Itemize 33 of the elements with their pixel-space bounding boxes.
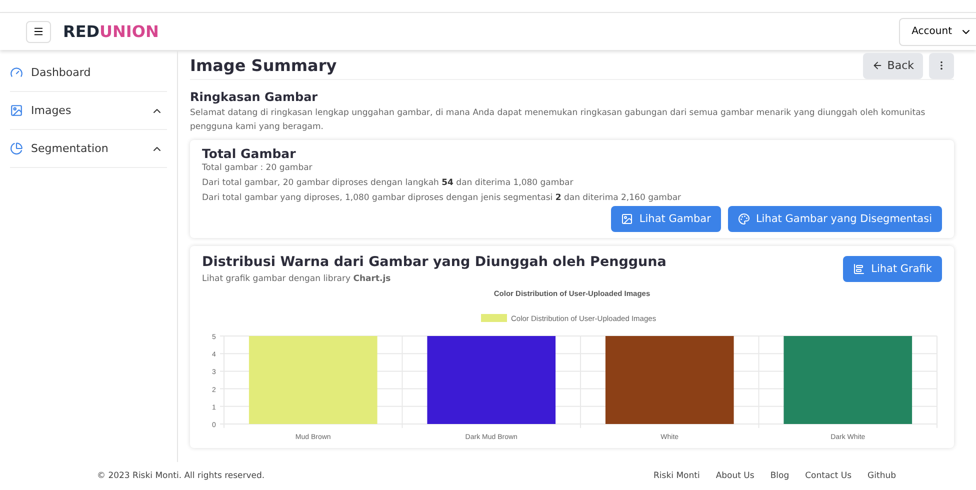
copyright-text: © 2023 Riski Monti. All rights reserved.: [97, 471, 266, 481]
brand-logo: REDUNION: [63, 22, 159, 41]
palette-icon: [738, 213, 750, 225]
summary-line: Dari total gambar yang diproses, 1,080 gambar diproses dengan jenis segmentasi 2 dan diterima 2,160 gambar: [202, 192, 682, 205]
gauge-icon: [10, 66, 23, 79]
section-description: Selamat datang di ringkasan lengkap unggahan gambar, di mana Anda dapat menemukan ringkasan gabungan dari semua gambar menarik yang diunggah oleh komunitas pengguna kami yang beragam.: [190, 107, 926, 134]
footer-link[interactable]: Contact Us: [805, 471, 852, 481]
page-title: Image Summary: [190, 56, 338, 75]
view-button[interactable]: Lihat Gambar yang Disegmentasi: [728, 206, 942, 232]
footer-link[interactable]: Blog: [770, 471, 790, 481]
menu-button[interactable]: [26, 20, 51, 42]
card-title: Total Gambar: [202, 146, 297, 161]
sidebar-item[interactable]: Segmentation: [10, 130, 167, 168]
image-icon: [621, 213, 634, 225]
footer-link[interactable]: About Us: [716, 471, 754, 481]
footer-link[interactable]: Riski Monti: [654, 471, 700, 481]
bar-chart-icon: [853, 263, 866, 275]
menu-icon: [33, 26, 44, 37]
account-button[interactable]: Account: [898, 18, 976, 46]
view-button[interactable]: Lihat Gambar: [611, 206, 721, 232]
sidebar-item[interactable]: Dashboard: [10, 54, 167, 92]
card-title: Distribusi Warna dari Gambar yang Diunggah oleh Pengguna: [202, 254, 666, 270]
back-button[interactable]: Back: [863, 52, 923, 78]
card-subtitle: Lihat grafik gambar dengan library Chart.js: [202, 273, 392, 286]
footer-link[interactable]: Github: [868, 471, 896, 481]
arrow-left-icon: [872, 60, 884, 71]
sidebar-item[interactable]: Images: [10, 92, 167, 130]
section-title: Ringkasan Gambar: [190, 90, 319, 104]
image-icon: [10, 104, 23, 117]
summary-line: Total gambar : 20 gambar: [202, 162, 314, 175]
view-chart-button[interactable]: Lihat Grafik: [843, 256, 942, 282]
summary-line: Dari total gambar, 20 gambar diproses dengan langkah 54 dan diterima 1,080 gambar: [202, 177, 574, 190]
pie-chart-icon: [10, 142, 23, 155]
